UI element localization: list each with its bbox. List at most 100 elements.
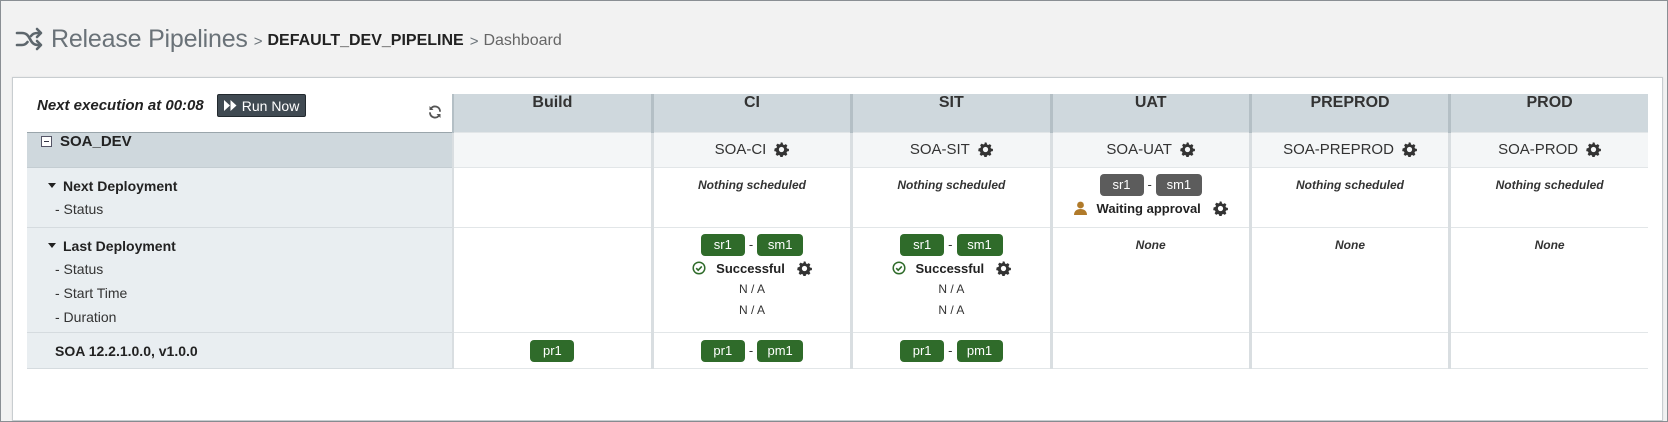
nothing-scheduled: Nothing scheduled <box>1296 177 1405 192</box>
pipeline-name: SOA_DEV <box>60 132 132 150</box>
next-deployment-label: Next Deployment - Status <box>27 166 453 228</box>
duration-value: N / A <box>938 302 965 317</box>
last-deployment-toggle[interactable]: Last Deployment <box>27 238 452 254</box>
breadcrumb-pipeline[interactable]: DEFAULT_DEV_PIPELINE <box>268 32 464 50</box>
badge-separator: - <box>748 343 754 358</box>
last-prod-cell: None <box>1448 226 1648 333</box>
version-build-cell: pr1 <box>451 331 653 369</box>
refresh-icon[interactable] <box>428 105 442 119</box>
next-deployment-toggle[interactable]: Next Deployment <box>27 178 452 194</box>
run-now-button[interactable]: Run Now <box>216 94 307 117</box>
breadcrumb-current-page: Dashboard <box>483 32 562 49</box>
last-build-cell <box>451 226 653 333</box>
execution-controls: Next execution at 00:08 Run Now <box>27 94 453 133</box>
next-prod-cell: Nothing scheduled <box>1448 166 1648 228</box>
breadcrumb: Release Pipelines > DEFAULT_DEV_PIPELINE… <box>15 21 562 57</box>
next-ci-cell: Nothing scheduled <box>650 166 852 228</box>
status-label: - Status <box>55 200 104 217</box>
pipeline-grid: Next execution at 00:08 Run Now Build CI… <box>27 94 1648 369</box>
caret-down-icon <box>48 183 56 188</box>
version-ci-cell: pr1 - pm1 <box>650 331 852 369</box>
stage-name-label: SOA-UAT <box>1106 141 1172 158</box>
next-deployment-title: Next Deployment <box>63 177 178 194</box>
next-execution-text: Next execution at 00:08 <box>37 97 204 114</box>
last-preprod-cell: None <box>1248 226 1450 333</box>
release-badge[interactable]: sr1 <box>900 233 945 256</box>
last-deployment-row: Last Deployment - Status - Start Time - … <box>27 226 1648 333</box>
deployment-status: Successful <box>716 260 785 276</box>
release-badge[interactable]: sr1 <box>1099 173 1144 196</box>
badge-separator: - <box>948 343 953 358</box>
gear-icon[interactable] <box>1586 142 1601 157</box>
breadcrumb-separator: > <box>253 32 263 50</box>
caret-down-icon <box>48 243 56 248</box>
pipeline-label: SOA_DEV <box>27 132 453 168</box>
stage-header-uat: UAT <box>1049 94 1251 132</box>
last-deployment-label: Last Deployment - Status - Start Time - … <box>27 226 453 333</box>
badge-separator: - <box>1147 177 1152 192</box>
check-circle-icon <box>891 261 906 275</box>
module-badge[interactable]: sm1 <box>1155 173 1202 196</box>
version-prod-cell <box>1448 331 1648 369</box>
version-label: SOA 12.2.1.0.0, v1.0.0 <box>55 342 198 359</box>
stage-name-label: SOA-CI <box>714 141 767 158</box>
package-badge[interactable]: pr1 <box>900 339 945 362</box>
release-badge[interactable]: sr1 <box>700 233 745 256</box>
next-deployment-row: Next Deployment - Status Nothing schedul… <box>27 166 1648 228</box>
stage-name-uat: SOA-UAT <box>1049 131 1251 168</box>
stage-name-label: SOA-SIT <box>909 141 970 158</box>
dashboard-panel: Next execution at 00:08 Run Now Build CI… <box>12 77 1663 421</box>
badge-separator: - <box>948 237 953 252</box>
start-time-value: N / A <box>738 281 765 296</box>
last-ci-cell: sr1 - sm1 Successful N / A N / A <box>650 226 852 333</box>
last-deployment-title: Last Deployment <box>63 237 176 254</box>
status-label: - Status <box>55 260 104 277</box>
stage-header-build: Build <box>451 94 653 132</box>
package-badge[interactable]: pr1 <box>700 339 745 362</box>
start-time-label: - Start Time <box>55 284 128 301</box>
duration-value: N / A <box>738 302 765 317</box>
version-preprod-cell <box>1248 331 1450 369</box>
stage-header-prod: PROD <box>1448 94 1648 132</box>
package-badge[interactable]: pm1 <box>757 339 804 362</box>
shuffle-icon <box>15 27 43 51</box>
no-deployment: None <box>1135 237 1166 252</box>
last-uat-cell: None <box>1049 226 1251 333</box>
pipeline-row: SOA_DEV SOA-CI SOA-SIT SOA-UAT SOA-PREPR… <box>27 131 1648 168</box>
stage-name-ci: SOA-CI <box>650 131 852 168</box>
stage-header-preprod: PREPROD <box>1248 94 1450 132</box>
stage-name-label: SOA-PROD <box>1498 141 1579 158</box>
gear-icon[interactable] <box>797 261 812 276</box>
gear-icon[interactable] <box>978 142 993 157</box>
stage-name-preprod: SOA-PREPROD <box>1248 131 1450 168</box>
stage-header-ci: CI <box>650 94 852 132</box>
check-circle-icon <box>692 261 706 275</box>
gear-icon[interactable] <box>1402 142 1417 157</box>
gear-icon[interactable] <box>1213 201 1228 216</box>
start-time-value: N / A <box>938 281 965 296</box>
breadcrumb-separator: > <box>469 32 479 50</box>
gear-icon[interactable] <box>774 142 789 157</box>
gear-icon[interactable] <box>996 261 1011 276</box>
package-badge[interactable]: pr1 <box>530 339 575 362</box>
deployment-status: Successful <box>915 260 985 276</box>
nothing-scheduled: Nothing scheduled <box>897 177 1006 192</box>
stage-header-sit: SIT <box>850 94 1051 132</box>
last-sit-cell: sr1 - sm1 Successful N / A N / A <box>850 226 1051 333</box>
stage-name-prod: SOA-PROD <box>1448 131 1648 168</box>
breadcrumb-root[interactable]: Release Pipelines <box>51 25 248 54</box>
module-badge[interactable]: sm1 <box>956 233 1003 256</box>
run-now-label: Run Now <box>241 97 300 114</box>
package-badge[interactable]: pm1 <box>956 339 1003 362</box>
module-badge[interactable]: sm1 <box>757 233 804 256</box>
duration-label: - Duration <box>55 308 117 325</box>
version-label-cell: SOA 12.2.1.0.0, v1.0.0 <box>27 331 453 369</box>
version-row: SOA 12.2.1.0.0, v1.0.0 pr1 pr1 - pm1 pr1… <box>27 331 1648 369</box>
nothing-scheduled: Nothing scheduled <box>697 177 806 192</box>
user-icon <box>1073 201 1087 215</box>
no-deployment: None <box>1335 237 1366 252</box>
gear-icon[interactable] <box>1180 142 1195 157</box>
collapse-square-icon[interactable] <box>41 135 52 147</box>
next-uat-cell: sr1 - sm1 Waiting approval <box>1049 166 1251 228</box>
no-deployment: None <box>1534 237 1565 252</box>
